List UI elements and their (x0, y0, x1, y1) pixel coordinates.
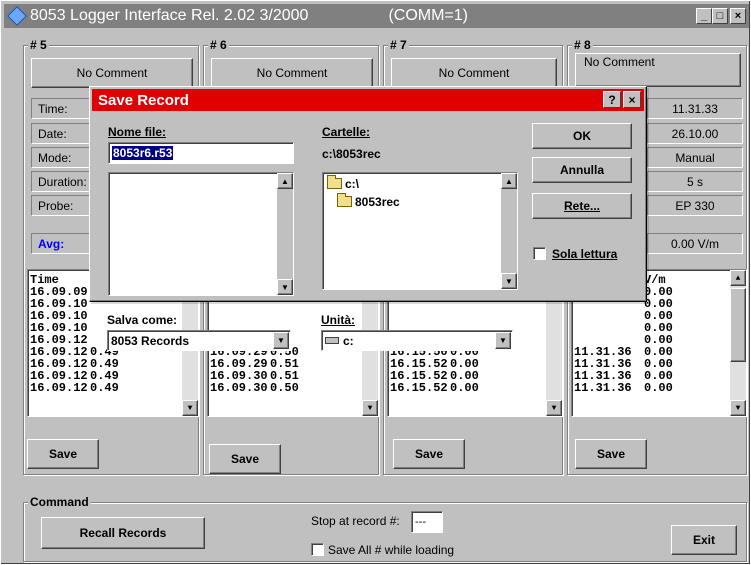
cell-value: 0.00 (644, 381, 673, 395)
scrollbar[interactable]: ▲ ▼ (501, 173, 517, 289)
app-icon (8, 8, 26, 24)
main-window: 8053 Logger Interface Rel. 2.02 3/2000 (… (0, 0, 751, 565)
scroll-thumb[interactable] (730, 288, 746, 362)
file-list[interactable]: ▲ ▼ (108, 172, 294, 296)
scroll-up-button[interactable]: ▲ (730, 270, 746, 286)
save-all-label: Save All # while loading (328, 543, 455, 557)
cell-time (388, 310, 450, 322)
cell-time (572, 310, 644, 322)
filename-value: 8053r6.r53 (112, 146, 174, 160)
folder-icon (337, 193, 352, 207)
scroll-down-button[interactable]: ▼ (546, 400, 562, 416)
list-row[interactable]: 16.09.12 0.49 (28, 382, 198, 394)
current-path: c:\8053rec (322, 147, 381, 161)
read-only-checkbox[interactable] (533, 247, 546, 260)
recall-records-button[interactable]: Recall Records (41, 517, 205, 549)
save-record-dialog: Save Record ? × Nome file: 8053r6.r53 ▲ … (89, 86, 647, 302)
drives-label: Unità: (321, 313, 355, 327)
network-button[interactable]: Rete... (532, 193, 632, 219)
panel-label: # 7 (388, 38, 409, 52)
folders-label: Cartelle: (322, 125, 371, 139)
save-button[interactable]: Save (27, 439, 99, 469)
minimize-button[interactable]: _ (696, 8, 712, 24)
cell-time: 16.09.12 (30, 381, 88, 395)
cell-value: 0.50 (270, 381, 299, 395)
filename-input[interactable]: 8053r6.r53 (108, 142, 294, 164)
cell-value (450, 310, 510, 322)
save-as-label: Salva come: (107, 313, 178, 327)
cell-time: 11.31.36 (574, 381, 632, 395)
dialog-title: Save Record (98, 91, 189, 109)
folder-list[interactable]: c:\ 8053rec ▲ ▼ (322, 172, 518, 290)
command-label: Command (28, 495, 91, 509)
list-row[interactable] (388, 310, 562, 322)
scrollbar[interactable]: ▲ ▼ (730, 270, 746, 416)
scroll-up-button[interactable]: ▲ (277, 173, 293, 189)
dialog-title-bar[interactable]: Save Record ? × (92, 89, 644, 111)
probe-value: EP 330 (647, 195, 743, 216)
help-button[interactable]: ? (603, 91, 621, 108)
comment-box[interactable]: No Comment (391, 58, 557, 88)
folder-item[interactable]: c:\ (323, 173, 517, 195)
read-only-label: Sola lettura (552, 247, 618, 261)
scroll-down-button[interactable]: ▼ (730, 400, 746, 416)
scroll-up-button[interactable]: ▲ (501, 173, 517, 189)
scroll-down-button[interactable]: ▼ (182, 400, 198, 416)
list-row[interactable]: 16.15.52 0.00 (388, 382, 562, 394)
cell-value: 0.49 (90, 381, 119, 395)
list-row[interactable]: 11.31.36 0.00 (572, 382, 746, 394)
save-all-checkbox[interactable] (311, 543, 324, 556)
avg-value: 0.00 V/m (647, 233, 743, 254)
window-title: 8053 Logger Interface Rel. 2.02 3/2000 (30, 7, 309, 24)
chevron-down-icon[interactable]: ▼ (273, 332, 289, 349)
duration-value: 5 s (647, 171, 743, 192)
panel-label: # 6 (208, 38, 229, 52)
comment-box[interactable]: No Comment (575, 53, 741, 87)
panel-label: # 5 (28, 38, 49, 52)
open-folder-icon (327, 175, 342, 189)
comment-box[interactable]: No Comment (211, 58, 373, 88)
date-value: 26.10.00 (647, 123, 743, 144)
save-button[interactable]: Save (393, 439, 465, 469)
mode-value: Manual (647, 147, 743, 168)
ok-button[interactable]: OK (532, 123, 632, 149)
scroll-down-button[interactable]: ▼ (501, 273, 517, 289)
drive-icon (325, 337, 339, 344)
cell-time (208, 310, 270, 322)
comment-box[interactable]: No Comment (31, 58, 193, 88)
time-value: 11.31.33 (647, 98, 743, 119)
save-as-select[interactable]: 8053 Records ▼ (107, 330, 291, 351)
cancel-button[interactable]: Annulla (532, 157, 632, 183)
scrollbar[interactable]: ▲ ▼ (277, 173, 293, 295)
list-row[interactable]: 16.09.30 0.50 (208, 382, 378, 394)
scroll-down-button[interactable]: ▼ (277, 279, 293, 295)
folder-item[interactable]: 8053rec (323, 193, 517, 209)
cell-time: 16.09.30 (210, 381, 268, 395)
save-button[interactable]: Save (209, 444, 281, 474)
comm-status: (COMM=1) (388, 7, 468, 24)
exit-button[interactable]: Exit (671, 525, 737, 555)
cell-value: 0.00 (450, 381, 479, 395)
scroll-down-button[interactable]: ▼ (362, 400, 378, 416)
panel-label: # 8 (572, 38, 593, 52)
chevron-down-icon[interactable]: ▼ (495, 332, 511, 349)
stop-at-record-label: Stop at record #: (311, 514, 400, 528)
save-button[interactable]: Save (575, 439, 647, 469)
cell-time: 16.15.52 (390, 381, 448, 395)
title-bar[interactable]: 8053 Logger Interface Rel. 2.02 3/2000 (… (4, 4, 749, 28)
cell-time (572, 322, 644, 334)
close-button[interactable]: × (730, 8, 746, 24)
dialog-close-button[interactable]: × (623, 91, 641, 108)
maximize-button[interactable]: □ (712, 8, 728, 24)
drive-select[interactable]: c: ▼ (321, 330, 513, 351)
stop-at-record-input[interactable]: --- (411, 511, 443, 533)
filename-label: Nome file: (108, 125, 167, 139)
